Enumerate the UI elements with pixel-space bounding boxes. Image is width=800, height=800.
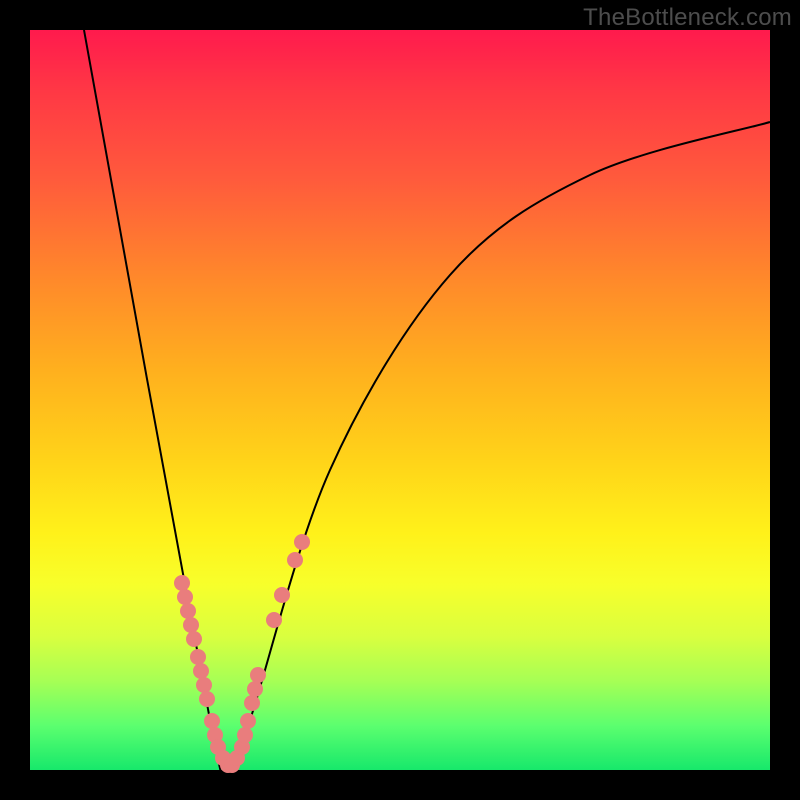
bead-marker	[247, 681, 263, 697]
bead-marker	[204, 713, 220, 729]
bead-marker	[274, 587, 290, 603]
bead-marker	[294, 534, 310, 550]
bead-marker	[237, 727, 253, 743]
bead-marker	[190, 649, 206, 665]
bead-marker	[250, 667, 266, 683]
bead-marker	[244, 695, 260, 711]
bead-marker	[193, 663, 209, 679]
bead-marker	[196, 677, 212, 693]
bead-marker	[240, 713, 256, 729]
chart-frame: TheBottleneck.com	[0, 0, 800, 800]
bead-marker	[186, 631, 202, 647]
curve-svg	[30, 30, 770, 770]
bead-marker	[199, 691, 215, 707]
bottleneck-curve	[84, 30, 770, 790]
plot-area	[30, 30, 770, 770]
bead-marker	[287, 552, 303, 568]
bead-marker	[266, 612, 282, 628]
bead-marker	[180, 603, 196, 619]
watermark-text: TheBottleneck.com	[583, 4, 792, 32]
bead-marker	[177, 589, 193, 605]
bead-marker	[183, 617, 199, 633]
bead-marker	[174, 575, 190, 591]
bead-group	[174, 534, 310, 773]
